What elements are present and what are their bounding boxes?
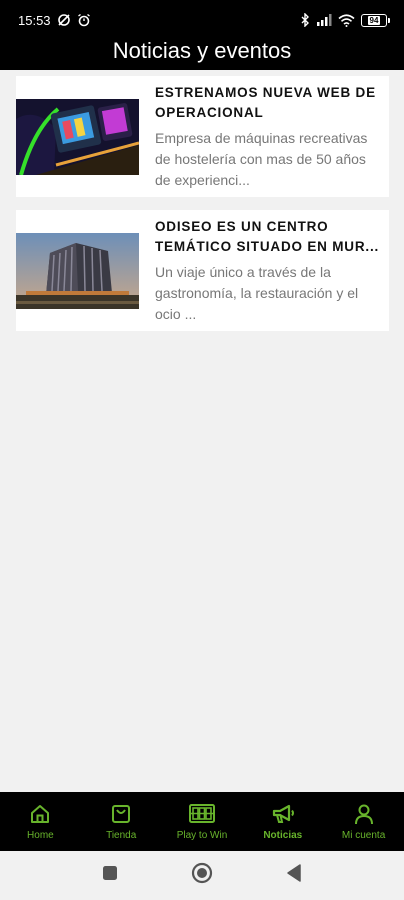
- status-bar: 15:53 94: [0, 0, 404, 40]
- circle-icon: [191, 862, 213, 889]
- app-header: 15:53 94 Noticias y eventos: [0, 0, 404, 70]
- alarm-icon: [77, 13, 91, 27]
- nav-noticias-label: Noticias: [263, 829, 303, 841]
- news-title: ESTRENAMOS NUEVA WEB DE OPERACIONAL: [155, 84, 376, 120]
- slot-machine-icon: [188, 803, 215, 825]
- nav-play-to-win[interactable]: Play to Win: [162, 792, 243, 851]
- nav-tienda-label: Tienda: [106, 829, 137, 841]
- system-navigation-bar: [0, 851, 404, 900]
- wifi-icon: [338, 13, 355, 27]
- cellular-signal-icon: [316, 14, 332, 26]
- shopping-bag-icon: [110, 803, 132, 825]
- megaphone-icon: [271, 803, 295, 825]
- user-icon: [353, 803, 375, 825]
- nav-home[interactable]: Home: [0, 792, 81, 851]
- news-card[interactable]: ESTRENAMOS NUEVA WEB DE OPERACIONAL Empr…: [16, 76, 389, 197]
- nav-home-label: Home: [27, 829, 54, 841]
- news-title: ODISEO ES UN CENTRO TEMÁTICO SITUADO EN …: [155, 218, 380, 254]
- sync-off-icon: [57, 13, 71, 27]
- slot-machine-photo-icon: [16, 98, 140, 176]
- battery-icon: 94: [361, 13, 390, 27]
- back-button[interactable]: [280, 862, 308, 890]
- square-icon: [102, 865, 118, 886]
- nav-mi-cuenta[interactable]: Mi cuenta: [323, 792, 404, 851]
- page-title: Noticias y eventos: [112, 38, 292, 63]
- news-description: Un viaje único a través de la gastronomí…: [155, 263, 359, 322]
- bluetooth-icon: [301, 13, 310, 27]
- news-card[interactable]: ODISEO ES UN CENTRO TEMÁTICO SITUADO EN …: [16, 210, 389, 331]
- home-system-button[interactable]: [188, 862, 216, 890]
- nav-play-to-win-label: Play to Win: [176, 829, 228, 841]
- bottom-navigation: Home Tienda Play to Win Noticias Mi cuen…: [0, 792, 404, 851]
- battery-level: 94: [367, 15, 381, 25]
- news-description: Empresa de máquinas recreativas de hoste…: [155, 129, 368, 188]
- home-icon: [29, 803, 51, 825]
- recents-button[interactable]: [96, 862, 124, 890]
- back-triangle-icon: [286, 864, 302, 887]
- news-list: ESTRENAMOS NUEVA WEB DE OPERACIONAL Empr…: [16, 76, 389, 344]
- nav-noticias[interactable]: Noticias: [242, 792, 323, 851]
- status-time: 15:53: [18, 12, 51, 28]
- nav-tienda[interactable]: Tienda: [81, 792, 162, 851]
- building-photo-icon: [16, 232, 139, 309]
- nav-mi-cuenta-label: Mi cuenta: [341, 829, 386, 841]
